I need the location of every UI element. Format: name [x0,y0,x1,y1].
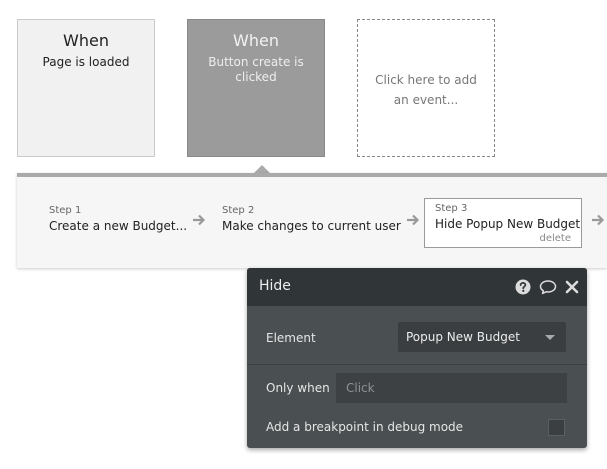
element-dropdown-value: Popup New Budget [406,330,520,344]
only-when-row: Only when [247,372,587,404]
step-2[interactable]: Step 2 Make changes to current user [222,205,401,235]
event-when-label: When [233,31,279,50]
workflow-steps-bar: Step 1 Create a new Budget... Step 2 Mak… [17,173,607,268]
element-row: Element Popup New Budget [247,321,587,355]
arrow-right-icon [407,214,420,226]
only-when-label: Only when [266,381,330,395]
help-icon[interactable] [515,279,531,295]
element-dropdown[interactable]: Popup New Budget [398,322,566,352]
comment-icon[interactable] [539,279,557,295]
arrow-right-icon [193,214,206,226]
event-description: Button create is clicked [208,55,304,84]
event-page-loaded[interactable]: When Page is loaded [17,19,155,157]
step-title: Create a new Budget... [49,219,188,233]
chevron-down-icon [545,335,555,340]
event-when-label: When [63,31,109,50]
element-label: Element [266,331,316,345]
panel-header: Hide [247,268,587,306]
step-3-selected[interactable]: Step 3 Hide Popup New Budget delete [424,198,582,248]
event-description: Page is loaded [42,55,130,69]
only-when-input[interactable] [336,373,567,403]
add-event-card[interactable]: Click here to add an event... [357,19,495,157]
step-1[interactable]: Step 1 Create a new Budget... [49,205,187,235]
breakpoint-row: Add a breakpoint in debug mode [247,418,587,438]
event-button-create-clicked[interactable]: When Button create is clicked [187,19,325,157]
action-property-panel: Hide Element Popup New Budget Only when … [247,268,587,448]
breakpoint-checkbox[interactable] [548,419,565,436]
delete-step-link[interactable]: delete [539,233,571,244]
panel-title: Hide [259,278,291,294]
step-number: Step 3 [435,203,468,214]
selected-event-pointer [254,165,270,173]
breakpoint-label: Add a breakpoint in debug mode [266,420,464,434]
step-number: Step 1 [49,205,82,216]
step-number: Step 2 [222,205,255,216]
step-title: Make changes to current user [222,219,401,233]
panel-divider [247,364,587,365]
add-event-label: Click here to add an event... [375,73,477,107]
arrow-right-icon [592,214,605,226]
step-title: Hide Popup New Budget [435,217,581,231]
close-icon[interactable] [565,279,579,295]
